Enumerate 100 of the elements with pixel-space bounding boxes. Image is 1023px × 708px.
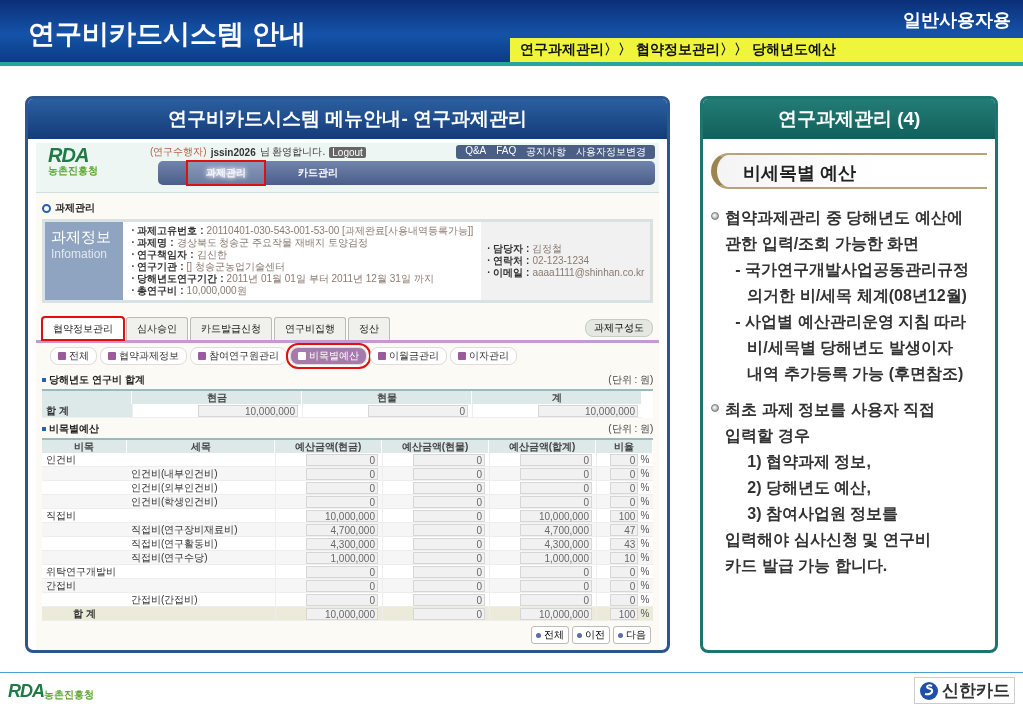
play-icon: [458, 352, 466, 360]
panel-title: 연구비카드시스템 메뉴안내- 연구과제관리: [28, 99, 668, 139]
swirl-icon: [919, 680, 939, 701]
description-line: 카드 발급 가능 합니다.: [725, 556, 889, 576]
field-value: [] 청송군농업기술센터: [186, 261, 285, 273]
play-icon: [108, 352, 116, 360]
field-label: · 과제고유번호 :: [131, 225, 204, 237]
amount-field: 4,700,000: [520, 523, 592, 536]
column-header: 현금: [132, 391, 302, 404]
top-link[interactable]: FAQ: [491, 145, 522, 159]
amount-field: 0: [413, 593, 485, 606]
table-title: 당해년도 연구비 합계: [49, 373, 145, 387]
top-link[interactable]: 공지사항: [521, 145, 572, 159]
bullet-icon: [711, 212, 720, 220]
tab[interactable]: 연구비집행: [274, 317, 346, 340]
info-label: 과제정보: [51, 228, 112, 247]
greeting-text: 님 환영합니다.: [259, 145, 326, 159]
sub-tab[interactable]: 이월금관리: [370, 347, 447, 365]
tab[interactable]: 정산: [348, 317, 390, 340]
amount-field: 1,000,000: [306, 551, 378, 564]
amount-field: 10,000,000: [306, 607, 378, 620]
bullet-icon: [711, 404, 720, 412]
amount-field: 0: [306, 481, 378, 494]
amount-field: 10,000,000: [520, 509, 592, 522]
audience-label: 일반사용자용: [903, 9, 1012, 32]
logout-button[interactable]: Logout: [329, 146, 366, 158]
panel-title: 연구과제관리 (4): [703, 99, 995, 139]
percent-sign: %: [640, 524, 650, 535]
amount-field: 0: [306, 565, 378, 578]
subcategory-cell: 직접비(연구활동비): [127, 537, 275, 551]
amount-field: 0: [413, 481, 485, 494]
amount-field: 0: [413, 495, 485, 508]
ratio-field: 0: [610, 565, 639, 578]
amount-field: 4,300,000: [306, 537, 378, 550]
amount-field: 0: [306, 467, 378, 480]
nav-button[interactable]: 다음: [613, 626, 652, 644]
ratio-field: 0: [610, 481, 639, 494]
ratio-field: 43: [610, 537, 639, 550]
percent-sign: %: [640, 608, 650, 619]
sub-tab[interactable]: 전체: [50, 347, 97, 365]
field-value: aaaa1111@shinhan.co.kr: [532, 267, 645, 279]
category-cell: 위탁연구개발비: [42, 565, 127, 579]
amount-field: 0: [520, 495, 592, 508]
field-label: · 당해년도연구기간 :: [131, 273, 224, 285]
field-value: 02-123-1234: [532, 255, 590, 267]
info-sublabel: Infomation: [51, 247, 109, 261]
subcategory-cell: 직접비(연구수당): [127, 551, 275, 565]
subcategory-cell: 인건비(외부인건비): [127, 481, 275, 495]
nav-button[interactable]: 전체: [531, 626, 570, 644]
unit-label: (단위 : 원): [608, 373, 654, 387]
play-icon: [198, 352, 206, 360]
tab[interactable]: 카드발급신청: [190, 317, 272, 340]
field-value: 20110401-030-543-001-53-00 [과제완료[사용내역등록가능]]: [206, 225, 474, 237]
description-line: 비/세목별 당해년도 발생이자: [746, 338, 954, 358]
amount-field: 0: [306, 579, 378, 592]
subcategory-cell: 인건비(학생인건비): [127, 495, 275, 509]
top-link[interactable]: 사용자정보변경: [571, 145, 652, 159]
nav-button[interactable]: 이전: [572, 626, 611, 644]
subcategory-cell: 직접비(연구장비재료비): [127, 523, 275, 537]
sub-tab[interactable]: 이자관리: [450, 347, 517, 365]
column-header: 예산금액(현물): [382, 440, 489, 453]
description-line: 1) 협약과제 정보,: [746, 452, 872, 472]
field-value: 10,000,000원: [186, 285, 247, 297]
tab[interactable]: 심사승인: [126, 317, 188, 340]
amount-field: 0: [368, 404, 468, 417]
square-icon: [42, 378, 46, 382]
user-name: jssin2026: [210, 146, 256, 158]
partner-name: 신한카드: [942, 680, 1010, 702]
table-title: 비목별예산: [49, 422, 99, 436]
sub-tab[interactable]: 참여연구원관리: [190, 347, 287, 365]
menu-item[interactable]: 카드관리: [280, 162, 356, 184]
ratio-field: 0: [610, 467, 639, 480]
logo-mark: RDA: [48, 145, 90, 165]
tab[interactable]: 협약정보관리: [42, 317, 124, 340]
amount-field: 0: [413, 467, 485, 480]
ratio-field: 100: [610, 509, 639, 522]
amount-field: 4,700,000: [306, 523, 378, 536]
percent-sign: %: [640, 454, 650, 465]
unit-label: (단위 : 원): [608, 422, 654, 436]
sub-tab[interactable]: 협약과제정보: [100, 347, 187, 365]
subcategory-cell: 인건비(내부인건비): [127, 467, 275, 481]
amount-field: 0: [413, 509, 485, 522]
amount-field: 0: [413, 523, 485, 536]
percent-sign: %: [640, 482, 650, 493]
top-link[interactable]: Q&A: [460, 145, 492, 159]
description-line: 입력해야 심사신청 및 연구비: [725, 530, 932, 550]
ratio-field: 0: [610, 579, 639, 592]
subcategory-cell: 간접비(간접비): [127, 593, 275, 607]
field-value: 경상북도 청송군 주요작물 재배지 토양검정: [176, 237, 368, 249]
dot-icon: [618, 632, 624, 638]
structure-button[interactable]: 과제구성도: [585, 319, 654, 337]
page-title: 연구비카드시스템 안내: [27, 18, 306, 51]
description-line: - 사업별 예산관리운영 지침 따라: [734, 312, 968, 332]
percent-sign: %: [640, 566, 650, 577]
category-cell: 합 계: [42, 607, 127, 621]
dot-icon: [536, 632, 542, 638]
square-icon: [42, 427, 46, 431]
play-icon: [298, 352, 306, 360]
percent-sign: %: [640, 496, 650, 507]
play-icon: [378, 352, 386, 360]
